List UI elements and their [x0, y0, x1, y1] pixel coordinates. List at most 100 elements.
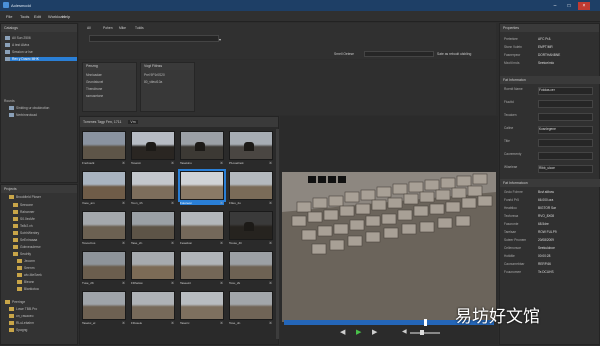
clip-thumbnail[interactable]: Fnoboulk ⌘: [82, 131, 126, 171]
playhead[interactable]: [424, 319, 427, 326]
project-sub-item[interactable]: RLuLebahm: [9, 321, 34, 326]
clip-preview[interactable]: [229, 251, 273, 280]
clip-thumbnail[interactable]: Fotoreon ⌘: [178, 169, 226, 211]
clip-thumbnail[interactable]: TosouCus ⌘: [82, 211, 126, 251]
project-folder-item[interactable]: Blarkiotoa: [17, 287, 39, 292]
project-folder-item[interactable]: Bleonn: [17, 280, 34, 285]
clip-thumbnail[interactable]: Taseeirc ⌘: [180, 251, 224, 291]
tab-all[interactable]: All: [87, 26, 91, 30]
clip-preview[interactable]: [82, 171, 126, 200]
clip-info-icon[interactable]: ⌘: [269, 201, 272, 205]
menu-item-help[interactable]: Help: [62, 14, 70, 19]
project-folder-item[interactable]: Seulrtly: [13, 252, 31, 257]
tab-mike[interactable]: Mike: [119, 26, 126, 30]
project-folder-item[interactable]: SotrlrWenbry: [13, 231, 39, 236]
clip-preview[interactable]: [82, 251, 126, 280]
project-folder-item[interactable]: S0.0ecMe: [13, 217, 35, 222]
clip-preview[interactable]: [229, 211, 273, 240]
clip-preview[interactable]: [229, 131, 273, 160]
clip-thumbnail[interactable]: FDhelsw ⌘: [131, 251, 175, 291]
clip-preview[interactable]: [82, 211, 126, 240]
info-field-input[interactable]: [538, 152, 593, 160]
clip-info-icon[interactable]: ⌘: [122, 321, 125, 325]
filter-option[interactable]: Mnnioadae: [86, 73, 102, 77]
clip-preview[interactable]: [131, 291, 175, 320]
clip-thumbnail[interactable]: Taseirc ⌘: [180, 291, 224, 331]
catalog-sub-item[interactable]: Nerbinnrotoad: [9, 113, 37, 118]
clip-thumbnail[interactable]: Tose_dn ⌘: [229, 291, 273, 331]
tab-pohen[interactable]: Pohen: [103, 26, 113, 30]
clip-info-icon[interactable]: ⌘: [269, 321, 272, 325]
project-folder-item[interactable]: Seecone: [13, 203, 33, 208]
clip-thumbnail[interactable]: Tasekinu ⌘: [180, 131, 224, 171]
clip-info-icon[interactable]: ⌘: [220, 281, 223, 285]
rewind-icon[interactable]: ◀: [340, 328, 345, 336]
info-field-input[interactable]: [538, 100, 593, 108]
clip-info-icon[interactable]: ⌘: [171, 321, 174, 325]
project-folder-item[interactable]: Seenm: [17, 266, 34, 271]
browser-scrollbar[interactable]: [276, 129, 279, 339]
info-field-input[interactable]: Fotolas.cer: [538, 87, 593, 95]
clip-info-icon[interactable]: ⌘: [122, 281, 125, 285]
project-folder-item[interactable]: SeEniraaaa: [13, 238, 37, 243]
filter-option[interactable]: ssmusetone: [86, 94, 103, 98]
clip-thumbnail[interactable]: Tase_2n ⌘: [131, 211, 175, 251]
filter-option[interactable]: Prel 9P1r0S20: [144, 73, 165, 77]
menu-item-edit[interactable]: Edit: [34, 14, 41, 19]
clip-preview[interactable]: [180, 211, 224, 240]
filter-option[interactable]: 80_vtleut10a: [144, 80, 162, 84]
volume-icon[interactable]: ◀: [402, 328, 407, 335]
filter-header[interactable]: Penzng: [83, 63, 136, 70]
clip-preview[interactable]: [131, 131, 175, 160]
menu-item-tools[interactable]: Tools: [20, 14, 29, 19]
info-field-input[interactable]: Kosnlegene: [538, 126, 593, 134]
top-search-field[interactable]: [89, 35, 219, 42]
maximize-button[interactable]: □: [563, 2, 575, 10]
save-search-button[interactable]: Sate as reboolt ulsbling: [437, 52, 471, 56]
sort-dropdown[interactable]: Vm: [128, 120, 138, 124]
catalog-sub-item[interactable]: Sinkting ur obukinotion: [9, 106, 49, 111]
catalog-item[interactable]: A test Alvira: [5, 43, 77, 48]
clip-info-icon[interactable]: ⌘: [122, 161, 125, 165]
catalog-item[interactable]: Session ur lse: [5, 50, 77, 55]
clip-info-icon[interactable]: ⌘: [220, 161, 223, 165]
project-folder-item[interactable]: Te8r2.vh: [13, 224, 33, 229]
clip-thumbnail[interactable]: Vooe_am ⌘: [82, 171, 126, 211]
catalog-item[interactable]: Rev y Dosec MHK: [5, 57, 77, 62]
menu-item-file[interactable]: File: [6, 14, 12, 19]
clip-thumbnail[interactable]: Tasekc_el ⌘: [82, 291, 126, 331]
search-input[interactable]: [364, 51, 434, 57]
clip-info-icon[interactable]: ⌘: [269, 161, 272, 165]
info-field-input[interactable]: [538, 113, 593, 121]
filter-header[interactable]: Vogt Fitlnss: [141, 63, 194, 70]
tab-tuldis[interactable]: Tuldis: [135, 26, 144, 30]
clip-info-icon[interactable]: ⌘: [269, 241, 272, 245]
clip-preview[interactable]: [180, 251, 224, 280]
volume-handle[interactable]: [420, 330, 424, 335]
clip-thumbnail[interactable]: Toon_4h ⌘: [131, 171, 175, 211]
project-sub-item[interactable]: Spagng: [9, 328, 27, 333]
clip-info-icon[interactable]: ⌘: [171, 241, 174, 245]
clip-preview[interactable]: [180, 291, 224, 320]
clip-thumbnail[interactable]: P1oseilnok ⌘: [229, 131, 273, 171]
clip-thumbnail[interactable]: Tuse_2K ⌘: [82, 251, 126, 291]
close-button[interactable]: ×: [578, 2, 590, 10]
clip-info-icon[interactable]: ⌘: [269, 281, 272, 285]
clip-thumbnail[interactable]: Toseicn ⌘: [131, 131, 175, 171]
minimize-button[interactable]: –: [549, 2, 561, 10]
forward-icon[interactable]: ▶: [372, 328, 377, 336]
video-frame[interactable]: [282, 172, 496, 322]
clip-preview[interactable]: [131, 251, 175, 280]
project-sub-item[interactable]: Lowe TBB.Pro: [9, 307, 37, 312]
dropdown-chevron-icon[interactable]: ▾: [219, 37, 221, 42]
clip-preview[interactable]: [82, 131, 126, 160]
project-folder-item[interactable]: Rahanner: [13, 210, 34, 215]
clip-preview[interactable]: [229, 291, 273, 320]
clip-info-icon[interactable]: ⌘: [171, 281, 174, 285]
clip-info-icon[interactable]: ⌘: [171, 201, 174, 205]
info-field-input[interactable]: [538, 139, 593, 147]
clip-info-icon[interactable]: ⌘: [220, 201, 223, 205]
clip-preview[interactable]: [229, 171, 273, 200]
clip-info-icon[interactable]: ⌘: [122, 201, 125, 205]
project-group-label[interactable]: Peeringe: [5, 300, 25, 305]
